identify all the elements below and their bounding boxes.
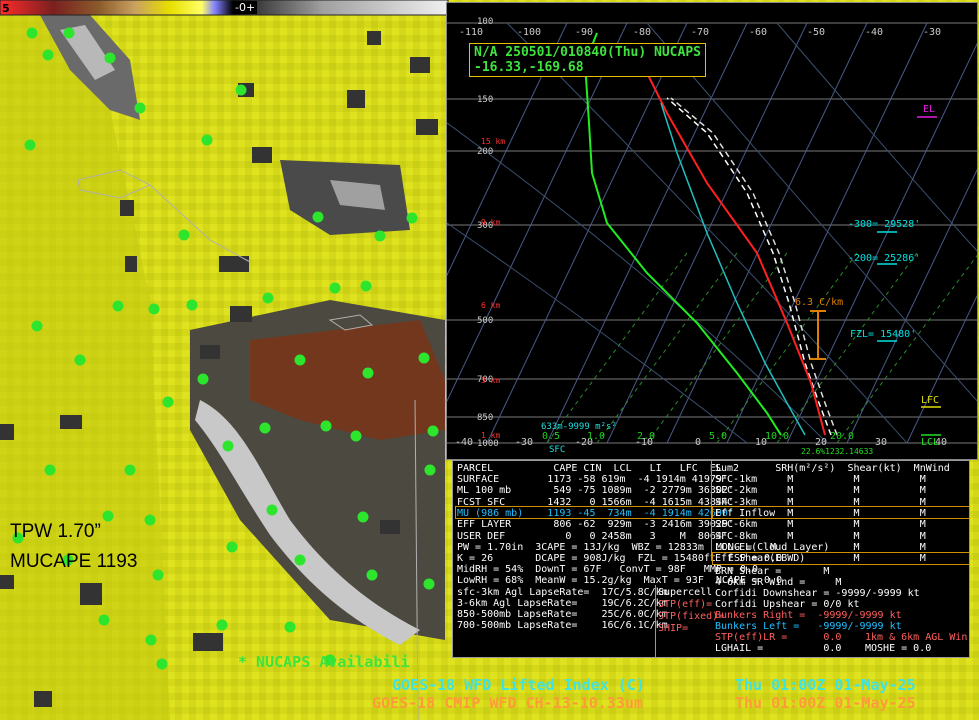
sounding-title: N/A 250501/010840(Thu) NUCAPS -16.33,-16… (469, 43, 706, 77)
mrlabel-label: 10.0 (765, 431, 790, 442)
corfidi-down: Corfidi Downshear = -9999/-9999 kt (715, 588, 920, 599)
table-row: 700-500mb LapseRate= 16C/6.1C/km (457, 620, 668, 631)
sounding-title-line2: -16.33,-169.68 (474, 60, 584, 75)
corfidi-up: Corfidi Upshear = 0/0 kt (715, 599, 860, 610)
table-row: USER DEF 0 0 2458m 3 M 8064' (457, 530, 728, 542)
supercell-label: Supercell (658, 587, 713, 598)
hlabel-label: 1 km (481, 431, 501, 440)
table-divider-v2 (655, 585, 656, 657)
bunkers-left: Bunkers Left = -9999/-9999 kt (715, 621, 902, 632)
moshe: MOSHE = 0.0 (865, 643, 932, 654)
hlabel-label: 6 km (481, 301, 501, 310)
mu-row-highlight (455, 506, 713, 519)
bunkers-right: Bunkers Right = -9999/-9999 kt (715, 610, 902, 621)
temperature-profile (645, 47, 826, 436)
sr-wind: 4-6km SR Wind = M (715, 577, 842, 588)
bottemp-label: 0 (695, 437, 702, 448)
table-row: ML 100 mb 549 -75 1089m -2 2779m 36302' (457, 485, 734, 497)
skewt-panel[interactable]: N/A 250501/010840(Thu) NUCAPS -16.33,-16… (446, 2, 978, 460)
footer-time-ch13: Thu 01:00Z 01-May-25 (735, 694, 916, 712)
lghail: LGHAIL = 0.0 (715, 643, 842, 654)
table-row: SFC-8km M M M M (715, 530, 970, 542)
mrlabel-label: 0.5 (542, 431, 561, 442)
parcel-header: PARCEL CAPE CIN LCL LI LFC EL (457, 463, 722, 474)
toptemp-label: -30 (923, 27, 942, 38)
lcl-label: LCL (921, 437, 940, 448)
brn-shear: BRN Shear = M (715, 566, 830, 577)
table-row: MidRH = 54% DownT = 67F ConvT = 98F MMP … (457, 564, 759, 575)
table-row: SFC-1km M M M M (715, 474, 970, 485)
stp-eff-label: STP(eff)= (658, 599, 713, 610)
el-label: EL (923, 104, 936, 115)
colorbar-side-label: 5 (2, 2, 10, 15)
plabel-label: 1000 (477, 439, 499, 449)
ship-label: SHIP= (658, 623, 689, 634)
mixing-ratio-lines (546, 252, 977, 444)
mrlabel-label: 20.0 (830, 431, 855, 442)
table-row: 3-6km Agl LapseRate= 19C/6.2C/km (457, 598, 668, 609)
hlabel-label: 15 km (481, 137, 506, 146)
srh-surface-label: 633m-9999 m²s² (541, 422, 617, 432)
plabel-label: 850 (477, 413, 494, 423)
toptemp-label: -70 (691, 27, 710, 38)
table-row: 850-500mb LapseRate= 25C/6.0C/km (457, 609, 668, 620)
colorbar (0, 0, 448, 15)
dewpoint-profile (583, 32, 782, 436)
agl-wind-label: 1km & 6km AGL Win (865, 632, 968, 643)
table-row: EFF LAYER 806 -62 929m -3 2416m 39029' (457, 519, 734, 531)
level-200-label: -200= 25286' (848, 253, 921, 264)
mucape-annotation: MUCAPE 1193 (10, 551, 138, 572)
table-row: SFC-2km M M M M (715, 485, 970, 497)
lfc-label: LFC (921, 395, 940, 406)
shear-header: Sum2 SRH(m²/s²) Shear(kt) MnWind SRW (715, 463, 950, 474)
table-row: SFC-6km M M M M (715, 519, 970, 531)
table-row: sfc-3km Agl LapseRate= 17C/5.8C/km (457, 587, 668, 598)
sounding-title-line1: N/A 250501/010840(Thu) NUCAPS (474, 45, 701, 60)
mrlabel-label: 5.0 (709, 431, 728, 442)
level-300-label: -300= 29528' (848, 219, 921, 230)
footer-product-lifted-index: GOES-18 WFD Lifted Index (C) (392, 676, 645, 694)
colorbar-zero-label: -0+ (233, 1, 258, 14)
toptemp-label: -50 (807, 27, 826, 38)
footer-time-lifted-index: Thu 01:00Z 01-May-25 (735, 676, 916, 694)
nucaps-availability-legend: * NUCAPS Availabili (238, 653, 410, 671)
surface-values: 22.6%1232.14633 (801, 447, 874, 456)
toptemp-label: -40 (865, 27, 884, 38)
lapse-rate-label: 6.3 C/km (795, 297, 844, 308)
plabel-label: 100 (477, 17, 494, 27)
toptemp-label: -100 (517, 27, 542, 38)
hlabel-label: 3 km (481, 376, 501, 385)
toptemp-label: -80 (633, 27, 652, 38)
table-row: SURFACE 1173 -58 619m -4 1914m 41979' (457, 474, 728, 485)
eff-shear-highlight (712, 552, 969, 565)
mrlabel-label: 1.0 (587, 431, 606, 442)
toptemp-label: -90 (575, 27, 594, 38)
hlabel-label: 9 km (481, 218, 501, 227)
mrlabel-label: 2.0 (637, 431, 656, 442)
eff-inflow-highlight (712, 506, 969, 519)
level-markers (877, 116, 941, 436)
sfc-label: SFC (549, 445, 566, 455)
footer-product-ch13: GOES-18 CMIP WFD CH-13-10.33um (372, 694, 643, 712)
plabel-label: 150 (477, 95, 494, 105)
tpw-annotation: TPW 1.70” (10, 521, 101, 542)
bottemp-label: -40 (455, 437, 474, 448)
plabel-label: 200 (477, 147, 494, 157)
toptemp-label: -110 (459, 27, 484, 38)
bottemp-label: 30 (875, 437, 888, 448)
bottemp-label: -30 (515, 437, 534, 448)
stp-eff-lr: STP(eff)LR = 0.0 (715, 632, 842, 643)
sounding-parameter-table: PARCEL CAPE CIN LCL LI LFC EL SURFACE 11… (452, 460, 970, 658)
toptemp-label: -60 (749, 27, 768, 38)
fzl-label: FZL= 15480' (850, 329, 917, 340)
plabel-label: 500 (477, 316, 494, 326)
